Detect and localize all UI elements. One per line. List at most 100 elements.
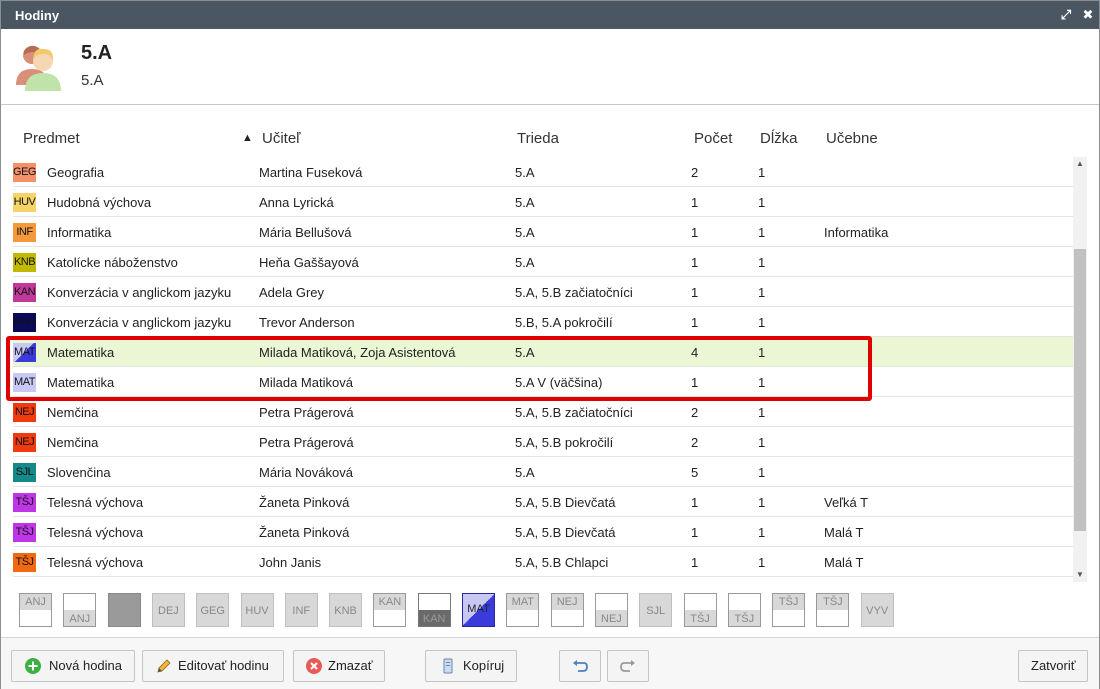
table-row[interactable]: TŠJ Telesná výchova Žaneta Pinková 5.A, 5.B… [13,517,1073,547]
column-count[interactable]: Počet [694,130,732,147]
column-length[interactable]: Dĺžka [760,130,798,147]
teacher-cell: Petra Prágerová [259,435,354,450]
palette-item[interactable] [107,593,141,627]
count-cell: 4 [691,345,699,360]
subject-color-badge: TŠJ [13,493,36,512]
palette-item[interactable]: NEJ [594,593,628,627]
close-icon[interactable]: ✖ [1079,5,1097,25]
class-cell: 5.A [515,225,535,240]
palette-item[interactable]: KNB [329,593,363,627]
column-teacher[interactable]: Učiteľ [262,130,301,147]
subject-cell: Telesná výchova [47,495,144,510]
palette-item[interactable]: TŠJ [683,593,717,627]
subject-cell: Telesná výchova [47,525,144,540]
palette-item[interactable]: TŠJ [727,593,761,627]
count-cell: 1 [691,375,699,390]
subject-color-badge: SJL [13,463,36,482]
count-cell: 1 [691,225,699,240]
copy-button[interactable]: Kopíruj [425,650,517,682]
scroll-down-icon[interactable]: ▼ [1073,568,1087,582]
count-cell: 1 [691,285,699,300]
table-row[interactable]: KNB Katolícke náboženstvo Heňa Gaššayová 5.… [13,247,1073,277]
palette-item[interactable]: DEJ [151,593,185,627]
palette-item[interactable]: SJL [639,593,673,627]
subject-cell: Slovenčina [47,465,111,480]
length-cell: 1 [758,525,766,540]
subject-cell: Konverzácia v anglickom jazyku [47,285,232,300]
new-lesson-label: Nová hodina [49,658,122,673]
palette-item[interactable]: VYV [860,593,894,627]
table-row[interactable]: HUV Hudobná výchova Anna Lyrická 5.A 1 1 [13,187,1073,217]
teacher-cell: Martina Fuseková [259,165,363,180]
palette-item-label: INF [292,605,311,617]
table-row[interactable]: SJL Slovenčina Mária Nováková 5.A 5 1 [13,457,1073,487]
scroll-up-icon[interactable]: ▲ [1073,157,1087,171]
table-row[interactable]: TŠJ Telesná výchova Žaneta Pinková 5.A, 5.B… [13,487,1073,517]
delete-button[interactable]: Zmazať [293,650,385,682]
count-cell: 1 [691,255,699,270]
column-class[interactable]: Trieda [517,130,559,147]
new-lesson-button[interactable]: Nová hodina [11,650,135,682]
students-icon [16,45,61,91]
teacher-cell: Mária Bellušová [259,225,352,240]
copy-label: Kopíruj [463,658,505,673]
length-cell: 1 [758,405,766,420]
palette-item[interactable]: NEJ [550,593,584,627]
subject-color-badge: HUV [13,193,36,212]
table-row[interactable]: INF Informatika Mária Bellušová 5.A 1 1 Inform… [13,217,1073,247]
palette-item-label: TŠJ [734,613,755,625]
copy-icon [443,658,453,674]
palette-item[interactable]: HUV [240,593,274,627]
palette-item[interactable]: ANJ [19,593,52,627]
table-row[interactable]: NEJ Nemčina Petra Prágerová 5.A, 5.B pokroč… [13,427,1073,457]
scroll-thumb[interactable] [1074,249,1086,531]
palette-item[interactable]: TŠJ [816,593,850,627]
table-header: Predmet ▲ Učiteľ Trieda Počet Dĺžka Učeb… [13,126,1073,156]
redo-icon [620,660,635,672]
table-row[interactable]: MAT Matematika Milada Matiková, Zoja Asist… [13,337,1073,367]
palette-item[interactable]: GEG [196,593,230,627]
length-cell: 1 [758,195,766,210]
palette-item[interactable]: INF [284,593,318,627]
palette-item[interactable]: TŠJ [772,593,806,627]
subject-color-badge: GEG [13,163,36,182]
close-button[interactable]: Zatvoriť [1018,650,1088,682]
column-subject[interactable]: Predmet [23,130,80,147]
undo-icon [573,660,588,672]
vertical-scrollbar[interactable]: ▲ ▼ [1073,157,1087,582]
table-row[interactable]: TŠJ Telesná výchova John Janis 5.A, 5.B Chl… [13,547,1073,577]
column-rooms[interactable]: Učebne [826,130,878,147]
subject-cell: Hudobná výchova [47,195,152,210]
subject-color-badge: INF [13,223,36,242]
subject-color-badge: TŠJ [13,553,36,572]
table-row[interactable]: KAN Konverzácia v anglickom jazyku Trevor … [13,307,1073,337]
class-cell: 5.A [515,255,535,270]
edit-lesson-button[interactable]: Editovať hodinu [142,650,284,682]
table-row[interactable]: NEJ Nemčina Petra Prágerová 5.A, 5.B začiat… [13,397,1073,427]
class-cell: 5.A, 5.B Chlapci [515,555,609,570]
palette-item-label: NEJ [556,596,578,608]
palette-item-label: VYV [866,605,889,617]
subject-color-badge: TŠJ [13,523,36,542]
subject-color-badge: KAN [13,283,36,302]
title-bar: Hodiny ⤢ ✖ [1,1,1099,29]
class-header: 5.A 5.A [1,29,1099,105]
class-subtitle: 5.A [81,72,104,89]
undo-button[interactable] [559,650,601,682]
palette-item[interactable]: ANJ [63,593,97,627]
length-cell: 1 [758,165,766,180]
palette-item-label: TŠJ [778,596,799,608]
redo-button[interactable] [607,650,649,682]
maximize-icon[interactable]: ⤢ [1057,5,1075,25]
palette-item[interactable]: MAT [506,593,540,627]
palette-item[interactable]: MAT [462,593,495,627]
table-row[interactable]: KAN Konverzácia v anglickom jazyku Adela G… [13,277,1073,307]
teacher-cell: Milada Matiková [259,375,353,390]
teacher-cell: Mária Nováková [259,465,353,480]
palette-item[interactable]: KAN [373,593,407,627]
palette-item[interactable]: KAN [417,593,451,627]
sort-ascending-icon[interactable]: ▲ [242,132,253,144]
teacher-cell: Heňa Gaššayová [259,255,359,270]
table-row[interactable]: MAT Matematika Milada Matiková 5.A V (väčši… [13,367,1073,397]
table-row[interactable]: GEG Geografia Martina Fuseková 5.A 2 1 [13,157,1073,187]
